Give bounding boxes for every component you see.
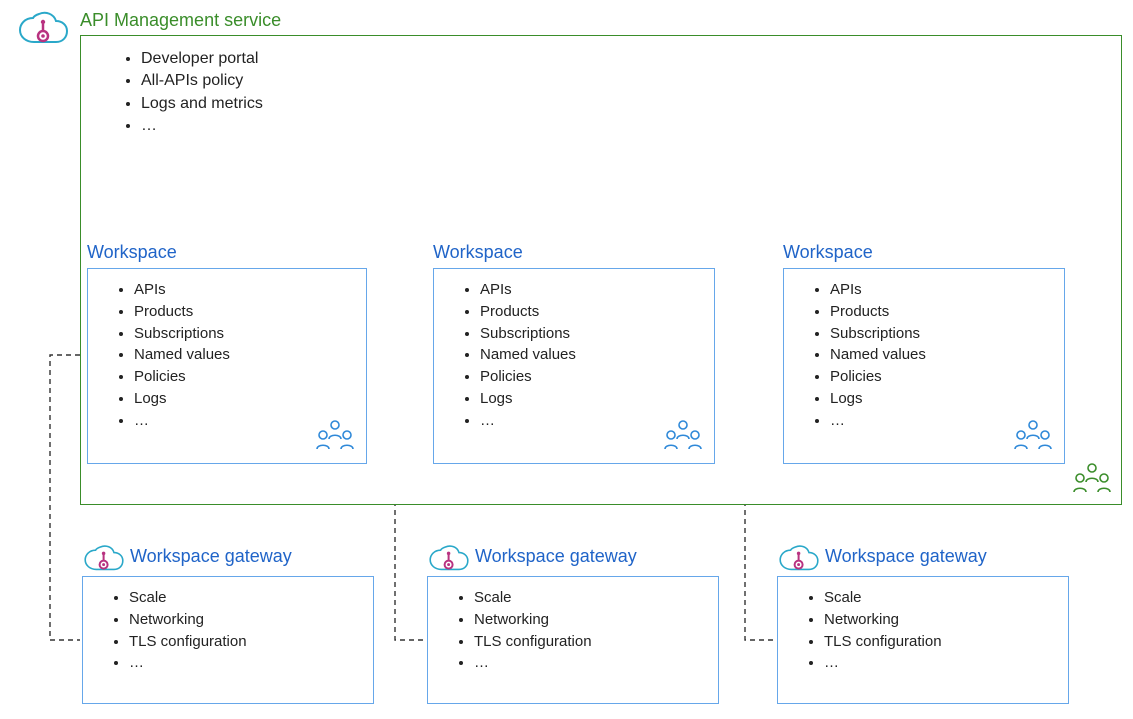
gateway-feature-item: TLS configuration — [129, 631, 373, 653]
workspace-feature-item: Subscriptions — [480, 323, 714, 345]
workspace-features: APIs Products Subscriptions Named values… — [434, 279, 714, 431]
workspace-feature-item: APIs — [134, 279, 366, 301]
gateway-feature-item: … — [824, 652, 1068, 674]
users-icon — [1010, 418, 1056, 457]
workspace-feature-item: Policies — [830, 366, 1064, 388]
gateway-features: Scale Networking TLS configuration … — [428, 587, 718, 674]
workspace-feature-item: APIs — [830, 279, 1064, 301]
gateway-feature-item: … — [129, 652, 373, 674]
workspace-feature-item: Subscriptions — [830, 323, 1064, 345]
workspace-title: Workspace — [783, 242, 873, 263]
workspace-feature-item: Logs — [830, 388, 1064, 410]
apim-service-icon — [16, 6, 71, 52]
gateway-title: Workspace gateway — [130, 546, 292, 567]
workspace-feature-item: Products — [134, 301, 366, 323]
users-icon — [660, 418, 706, 457]
service-feature-item: All-APIs policy — [141, 70, 1121, 92]
service-features: Developer portal All-APIs policy Logs an… — [81, 48, 1121, 138]
workspace-feature-item: Named values — [134, 344, 366, 366]
gateway-feature-item: Networking — [474, 609, 718, 631]
gateway-features: Scale Networking TLS configuration … — [83, 587, 373, 674]
gateway-feature-item: Networking — [129, 609, 373, 631]
workspace-feature-item: Logs — [480, 388, 714, 410]
gateway-feature-item: Scale — [824, 587, 1068, 609]
workspace-feature-item: Named values — [830, 344, 1064, 366]
workspace-feature-item: Logs — [134, 388, 366, 410]
workspace-box: APIs Products Subscriptions Named values… — [87, 268, 367, 464]
workspace-feature-item: APIs — [480, 279, 714, 301]
workspace-features: APIs Products Subscriptions Named values… — [784, 279, 1064, 431]
workspace-feature-item: Subscriptions — [134, 323, 366, 345]
gateway-title: Workspace gateway — [475, 546, 637, 567]
gateway-feature-item: Networking — [824, 609, 1068, 631]
service-feature-item: Logs and metrics — [141, 93, 1121, 115]
workspace-feature-item: Policies — [480, 366, 714, 388]
gateway-feature-item: Scale — [474, 587, 718, 609]
workspace-box: APIs Products Subscriptions Named values… — [783, 268, 1065, 464]
workspace-feature-item: Policies — [134, 366, 366, 388]
workspace-feature-item: Products — [830, 301, 1064, 323]
service-feature-item: … — [141, 115, 1121, 137]
workspace-feature-item: Products — [480, 301, 714, 323]
service-title: API Management service — [80, 10, 281, 31]
gateway-features: Scale Networking TLS configuration … — [778, 587, 1068, 674]
service-feature-item: Developer portal — [141, 48, 1121, 70]
gateway-box: Scale Networking TLS configuration … — [82, 576, 374, 704]
workspace-features: APIs Products Subscriptions Named values… — [88, 279, 366, 431]
workspace-title: Workspace — [87, 242, 177, 263]
users-icon — [312, 418, 358, 457]
gateway-feature-item: TLS configuration — [824, 631, 1068, 653]
gateway-title: Workspace gateway — [825, 546, 987, 567]
gateway-feature-item: TLS configuration — [474, 631, 718, 653]
gateway-feature-item: … — [474, 652, 718, 674]
workspace-feature-item: Named values — [480, 344, 714, 366]
diagram-canvas: API Management service Developer portal … — [0, 0, 1133, 719]
workspace-box: APIs Products Subscriptions Named values… — [433, 268, 715, 464]
gateway-box: Scale Networking TLS configuration … — [427, 576, 719, 704]
service-box: Developer portal All-APIs policy Logs an… — [80, 35, 1122, 505]
users-icon — [1069, 461, 1115, 500]
gateway-feature-item: Scale — [129, 587, 373, 609]
gateway-box: Scale Networking TLS configuration … — [777, 576, 1069, 704]
workspace-title: Workspace — [433, 242, 523, 263]
